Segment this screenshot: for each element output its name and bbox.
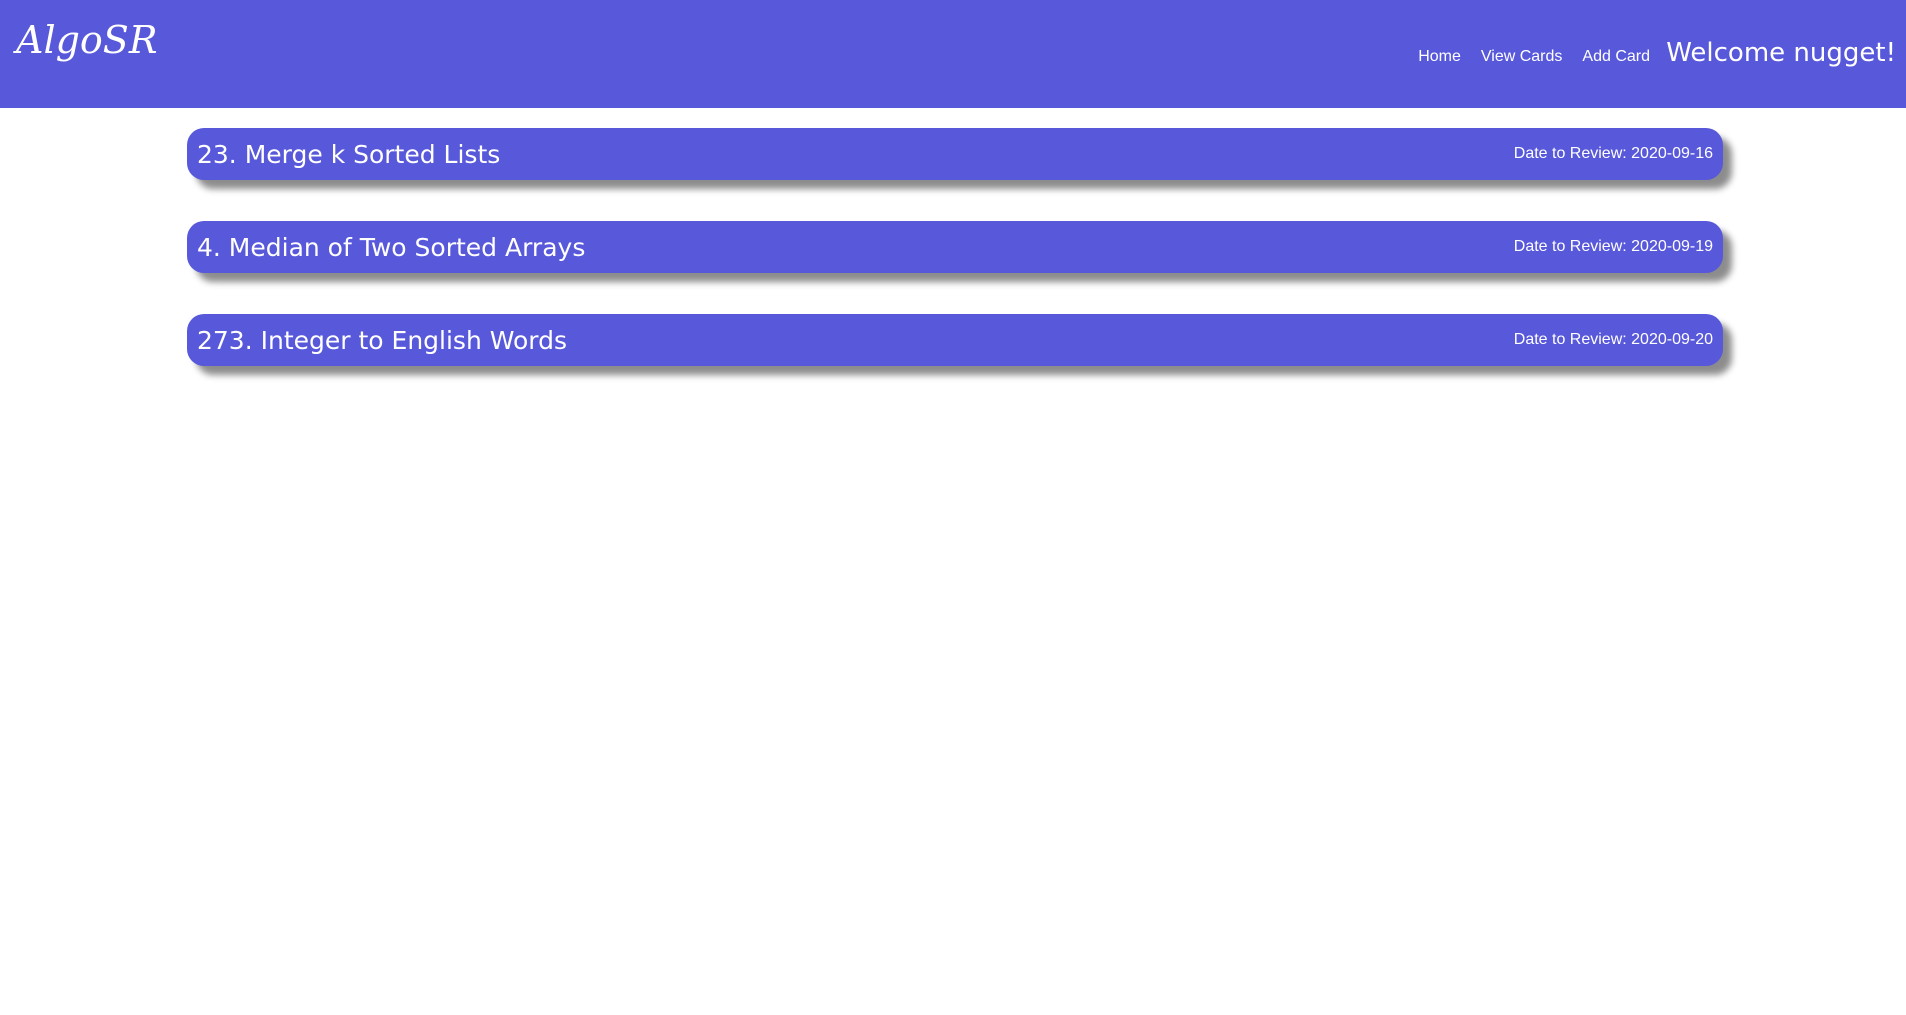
card-title: 4. Median of Two Sorted Arrays (197, 232, 586, 262)
card-item[interactable]: 23. Merge k Sorted Lists Date to Review:… (187, 128, 1723, 180)
card-item[interactable]: 273. Integer to English Words Date to Re… (187, 314, 1723, 366)
card-review-date: Date to Review: 2020-09-19 (1513, 238, 1713, 255)
card-list: 23. Merge k Sorted Lists Date to Review:… (187, 128, 1723, 407)
nav-link-add-card[interactable]: Add Card (1582, 48, 1650, 66)
welcome-message: Welcome nugget! (1666, 38, 1896, 68)
card-item[interactable]: 4. Median of Two Sorted Arrays Date to R… (187, 221, 1723, 273)
brand-logo[interactable]: AlgoSR (16, 18, 157, 62)
nav-link-view-cards[interactable]: View Cards (1481, 48, 1563, 66)
nav-link-home[interactable]: Home (1418, 48, 1461, 66)
top-navbar: AlgoSR Home View Cards Add Card Welcome … (0, 0, 1906, 108)
card-review-date: Date to Review: 2020-09-20 (1513, 331, 1713, 348)
nav-links: Home View Cards Add Card (1418, 48, 1650, 66)
card-title: 23. Merge k Sorted Lists (197, 139, 501, 169)
card-title: 273. Integer to English Words (197, 325, 568, 355)
card-review-date: Date to Review: 2020-09-16 (1513, 145, 1713, 162)
